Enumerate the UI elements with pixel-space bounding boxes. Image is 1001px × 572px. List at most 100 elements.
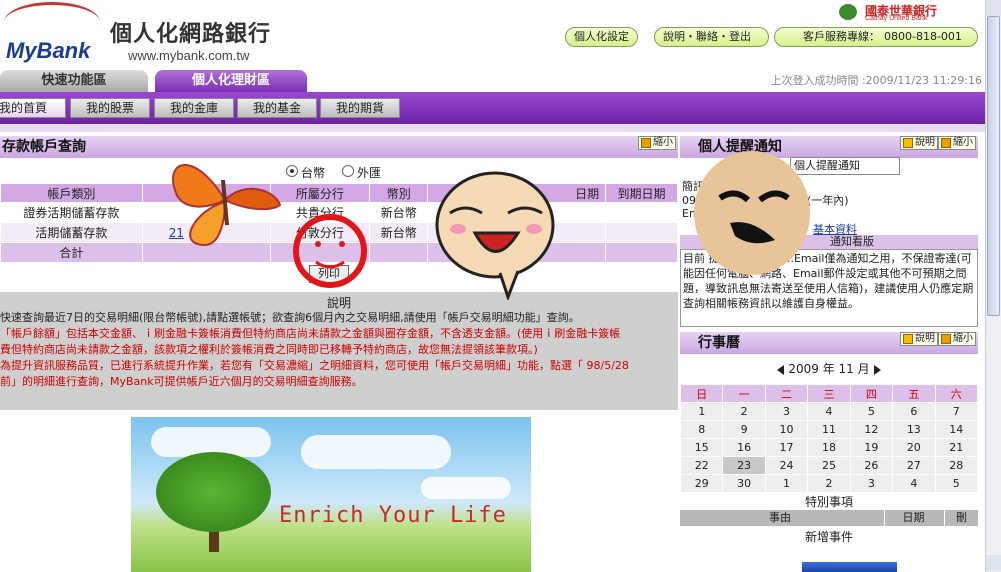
shrink-label: 縮小 — [953, 137, 973, 148]
calendar-day[interactable]: 1 — [764, 474, 809, 493]
events-col-reason: 事由 — [769, 511, 791, 524]
cloud — [301, 435, 451, 469]
help-label: 說明 — [915, 333, 935, 344]
page-header: MyBank 個人化網路銀行 www.mybank.com.tw 國泰世華銀行 … — [0, 0, 985, 70]
subtab-my-futures[interactable]: 我的期貨 — [320, 98, 400, 118]
calendar-day[interactable]: 18 — [807, 438, 851, 457]
calendar-day[interactable]: 4 — [807, 402, 851, 421]
scroll-down-icon[interactable] — [986, 555, 1001, 571]
calendar-day[interactable]: 28 — [934, 456, 979, 475]
calendar-day[interactable]: 3 — [849, 474, 894, 493]
cartoon-face-bubble-sticker — [435, 171, 555, 300]
subtab-my-funds[interactable]: 我的基金 — [237, 98, 317, 118]
help-label: 說明 — [915, 137, 935, 148]
calendar-day[interactable]: 13 — [892, 420, 936, 439]
calendar-day[interactable]: 26 — [849, 456, 894, 475]
calendar-day[interactable]: 19 — [849, 438, 894, 457]
events-col-date: 日期 — [884, 510, 942, 526]
scroll-up-icon[interactable] — [986, 0, 1001, 16]
calendar-body: 1 2 3 4 5 6 7 8 9 10 11 12 13 14 15 16 17 18 19 20 21 22 23 24 2… — [679, 402, 979, 493]
calendar-week-row: 1234567 — [679, 402, 979, 421]
deposit-section-title: 存款帳戶查詢 — [0, 136, 678, 158]
calendar-shrink-button[interactable]: 縮小 — [938, 332, 976, 346]
face-sticker — [694, 151, 810, 275]
calendar-day[interactable]: 12 — [849, 420, 894, 439]
radio-twd[interactable] — [286, 165, 298, 177]
minimize-icon — [941, 334, 951, 344]
col-due-date: 到期日期 — [605, 183, 678, 203]
calendar-week-row: 22 23 24 25 26 27 28 — [679, 456, 979, 475]
weekday-fri: 五 — [892, 384, 936, 403]
scroll-thumb[interactable] — [987, 16, 1000, 316]
calendar-day[interactable]: 1 — [679, 402, 724, 421]
account-type: 活期儲蓄存款 — [0, 222, 143, 243]
cloud — [421, 477, 511, 499]
calendar-day[interactable]: 27 — [892, 456, 936, 475]
calendar-day[interactable]: 8 — [679, 420, 724, 439]
calendar-day[interactable]: 15 — [679, 438, 724, 457]
notes-box: 說明 快速查詢最近7日的交易明細(限台幣帳號),請點選帳號；欲查詢6個月內之交易… — [0, 292, 678, 410]
account-type: 證券活期儲蓄存款 — [0, 202, 143, 223]
bank-logo[interactable]: 國泰世華銀行 Cathay United Bank — [839, 2, 969, 22]
tree-icon — [156, 452, 271, 532]
col-branch: 所屬分行 — [269, 183, 371, 203]
calendar-day[interactable]: 4 — [892, 474, 936, 493]
reminder-shrink-button[interactable]: 縮小 — [938, 136, 976, 150]
mybank-logo[interactable]: MyBank — [6, 38, 90, 64]
calendar-day[interactable]: 5 — [934, 474, 979, 493]
calendar-day[interactable]: 5 — [849, 402, 894, 421]
calendar-day[interactable]: 29 — [679, 474, 724, 493]
weekday-sun: 日 — [679, 384, 724, 403]
hotline-number: 0800-818-001 — [884, 30, 962, 43]
prev-month-icon[interactable] — [777, 364, 785, 375]
deposit-shrink-button[interactable]: 縮小 — [638, 136, 676, 150]
tab-quick-functions[interactable]: 快速功能區 — [0, 70, 148, 92]
note-line: 快速查詢最近7日的交易明細(限台幣帳號),請點選帳號；欲查詢6個月內之交易明細,… — [0, 311, 580, 324]
promo-banner[interactable]: Enrich Your Life — [131, 417, 531, 572]
calendar-day[interactable]: 10 — [764, 420, 809, 439]
calendar-day[interactable]: 25 — [807, 456, 851, 475]
shrink-label: 縮小 — [653, 137, 673, 148]
subtab-my-stocks[interactable]: 我的股票 — [70, 98, 150, 118]
divider — [0, 124, 985, 132]
calendar-day[interactable]: 7 — [934, 402, 979, 421]
calendar-day[interactable]: 2 — [807, 474, 851, 493]
help-contact-logout-button[interactable]: 說明・聯絡・登出 — [654, 27, 769, 47]
reminder-help-button[interactable]: 說明 — [900, 136, 938, 150]
calendar-day[interactable]: 21 — [934, 438, 979, 457]
calendar-day[interactable]: 14 — [934, 420, 979, 439]
weekday-tue: 二 — [764, 384, 809, 403]
radio-foreign-currency[interactable] — [342, 165, 354, 177]
calendar-day[interactable]: 11 — [807, 420, 851, 439]
calendar-day[interactable]: 17 — [764, 438, 809, 457]
calendar-day[interactable]: 24 — [764, 456, 809, 475]
taskbar-fragment — [802, 562, 897, 572]
calendar-title: 行事曆 — [698, 335, 740, 351]
currency: 新台幣 — [369, 202, 429, 223]
banner-text: Enrich Your Life — [279, 503, 507, 528]
personal-settings-button[interactable]: 個人化設定 — [565, 27, 638, 47]
calendar-day[interactable]: 23 — [722, 456, 766, 475]
calendar-day[interactable]: 20 — [892, 438, 936, 457]
deposit-panel: 存款帳戶查詢 縮小 台幣 外匯 帳戶類別 所屬分行 幣別 日期 到期日期 證券活… — [0, 132, 678, 572]
customer-hotline: 客戶服務專線： 0800-818-001 — [774, 27, 978, 47]
next-month-icon[interactable] — [873, 364, 881, 375]
bank-logo-mark-icon — [839, 4, 857, 20]
calendar-day[interactable]: 3 — [764, 402, 809, 421]
calendar-day[interactable]: 22 — [679, 456, 724, 475]
calendar-day[interactable]: 6 — [892, 402, 936, 421]
tab-personal-finance[interactable]: 個人化理財區 — [155, 70, 307, 92]
vertical-scrollbar[interactable] — [985, 0, 1001, 572]
calendar-day[interactable]: 2 — [722, 402, 766, 421]
calendar-week-row: 8 9 10 11 12 13 14 — [679, 420, 979, 439]
calendar-day[interactable]: 30 — [722, 474, 766, 493]
minimize-icon — [941, 138, 951, 148]
subtab-my-vault[interactable]: 我的金庫 — [154, 98, 234, 118]
subtab-my-home[interactable]: 我的首頁 — [0, 98, 66, 118]
calendar-help-button[interactable]: 說明 — [900, 332, 938, 346]
note-line: 費但特約商店尚未請款之金額，該款項之權利於簽帳消費之同時即已移轉予特約商店，故您… — [0, 343, 538, 356]
smiley-circle-sticker — [293, 214, 367, 288]
calendar-day[interactable]: 16 — [722, 438, 766, 457]
add-event-link[interactable]: 新增事件 — [680, 528, 978, 545]
calendar-day[interactable]: 9 — [722, 420, 766, 439]
